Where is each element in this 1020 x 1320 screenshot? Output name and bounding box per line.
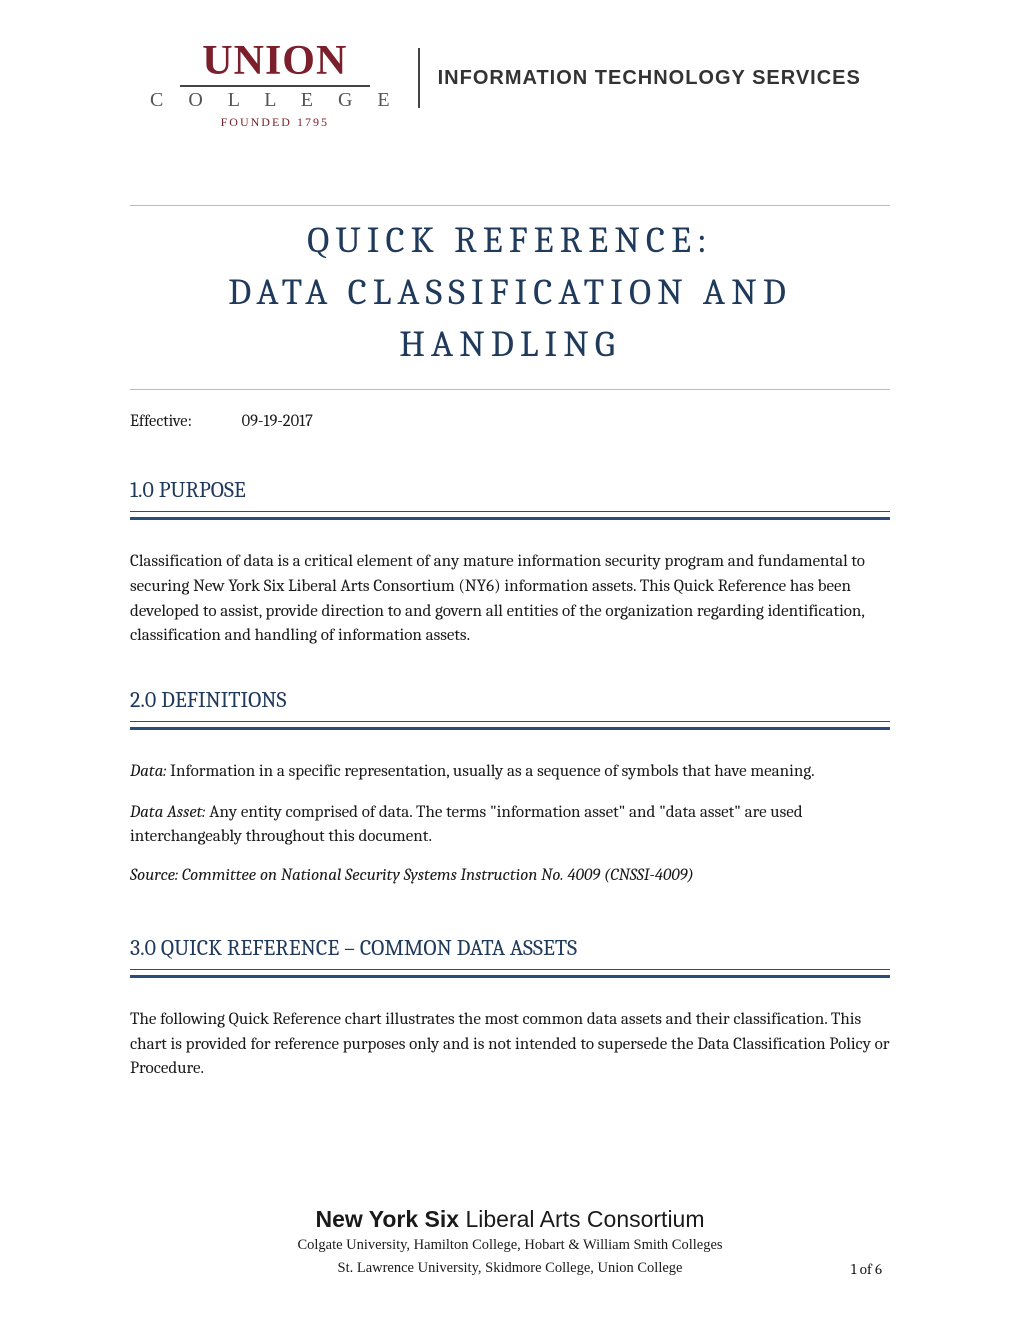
definition-data-asset: Data Asset: Any entity comprised of data… (130, 801, 890, 850)
definition-data: Data: Information in a specific represen… (130, 760, 890, 785)
footer-title: New York Six Liberal Arts Consortium (0, 1206, 1020, 1233)
logo-college-text: C O L L E G E (150, 89, 400, 111)
def-text-asset: Any entity comprised of data. The terms … (130, 803, 803, 847)
section-rule-purpose (130, 511, 890, 520)
logo-divider (418, 48, 420, 108)
footer-colleges-line1: Colgate University, Hamilton College, Ho… (0, 1235, 1020, 1255)
title-line-2: DATA CLASSIFICATION AND (130, 268, 890, 320)
section-heading-purpose: 1.0 PURPOSE (130, 477, 890, 503)
def-term-data: Data: (130, 762, 166, 781)
page-number: 1 of 6 (851, 1260, 882, 1278)
title-line-1: QUICK REFERENCE: (130, 216, 890, 268)
section-heading-definitions: 2.0 DEFINITIONS (130, 687, 890, 713)
section-rule-quickref (130, 969, 890, 978)
logo-union-text: UNION (150, 40, 400, 82)
header-logo-block: UNION C O L L E G E FOUNDED 1795 INFORMA… (150, 40, 890, 130)
effective-date: 09-19-2017 (242, 412, 313, 431)
effective-row: Effective: 09-19-2017 (130, 412, 890, 431)
purpose-body: Classification of data is a critical ele… (130, 550, 890, 649)
footer-title-rest: Liberal Arts Consortium (459, 1206, 704, 1232)
section-heading-quickref: 3.0 QUICK REFERENCE – COMMON DATA ASSETS (130, 935, 890, 961)
title-block: QUICK REFERENCE: DATA CLASSIFICATION AND… (130, 205, 890, 390)
effective-label: Effective: (130, 412, 238, 431)
title-line-3: HANDLING (130, 320, 890, 372)
union-college-logo: UNION C O L L E G E FOUNDED 1795 (150, 40, 400, 130)
its-label: INFORMATION TECHNOLOGY SERVICES (438, 67, 861, 90)
logo-rule (180, 85, 370, 87)
def-text-data: Information in a specific representation… (166, 762, 814, 781)
quickref-body: The following Quick Reference chart illu… (130, 1008, 890, 1082)
footer-title-bold: New York Six (315, 1206, 459, 1232)
def-term-asset: Data Asset: (130, 803, 206, 822)
definitions-source: Source: Committee on National Security S… (130, 866, 890, 885)
logo-founded-text: FOUNDED 1795 (150, 115, 400, 130)
section-rule-definitions (130, 721, 890, 730)
